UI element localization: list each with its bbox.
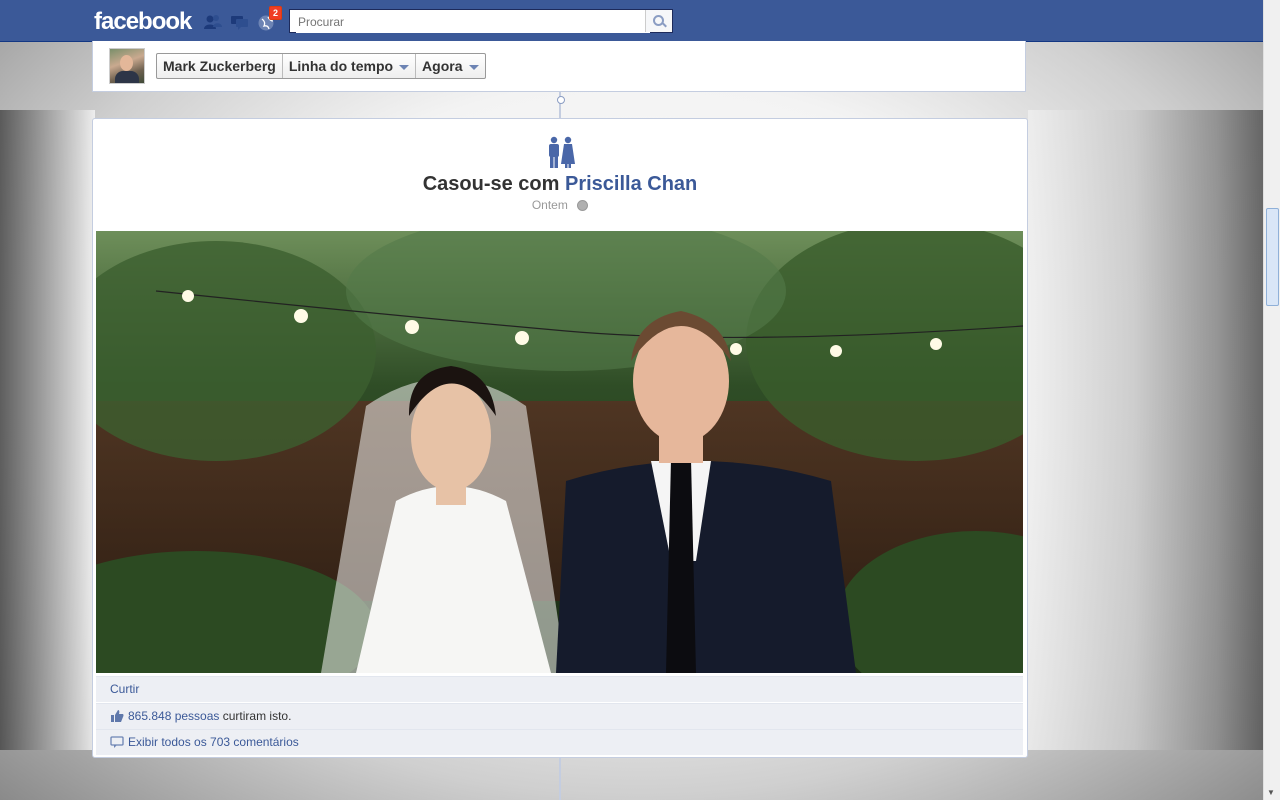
background-blur-left <box>0 110 95 750</box>
comment-icon <box>110 736 124 748</box>
story-date: Ontem <box>93 198 1027 212</box>
search-icon <box>653 15 664 26</box>
timeline-marker <box>557 96 565 104</box>
timeline-dropdown[interactable]: Linha do tempo <box>283 54 417 78</box>
likes-summary-row: 865.848 pessoas curtiram isto. <box>96 703 1023 729</box>
scroll-down-arrow-icon[interactable]: ▼ <box>1267 788 1275 797</box>
messages-icon[interactable] <box>230 13 250 31</box>
vertical-scrollbar[interactable]: ▼ <box>1263 0 1280 800</box>
search-box <box>289 9 673 33</box>
notification-badge: 2 <box>269 6 283 20</box>
chevron-down-icon <box>468 64 479 70</box>
timeline-header: Mark Zuckerberg Linha do tempo Agora <box>92 41 1026 92</box>
timeline-spine-bottom <box>559 757 561 800</box>
story-date-link[interactable]: Ontem <box>532 198 568 212</box>
story-title: Casou-se com Priscilla Chan <box>422 173 698 195</box>
comments-row: Exibir todos os 703 comentários <box>96 729 1023 755</box>
life-event-story: Casou-se com Priscilla Chan Ontem Curtir… <box>92 118 1028 758</box>
friend-requests-icon[interactable] <box>203 13 223 31</box>
search-button[interactable] <box>645 10 672 32</box>
profile-name-button[interactable]: Mark Zuckerberg <box>157 54 283 78</box>
thumbs-up-icon <box>111 709 124 722</box>
married-couple-icon <box>546 136 576 170</box>
partner-name-link[interactable]: Priscilla Chan <box>565 173 697 195</box>
avatar[interactable] <box>109 48 145 84</box>
like-button[interactable]: Curtir <box>110 682 139 696</box>
likes-suffix: curtiram isto. <box>222 709 292 723</box>
wedding-photo[interactable] <box>96 231 1023 673</box>
top-navigation-bar: facebook 2 <box>0 0 1264 42</box>
facebook-logo[interactable]: facebook <box>94 8 192 36</box>
background-blur-right <box>1028 110 1264 750</box>
chevron-down-icon <box>399 64 410 70</box>
scrollbar-thumb[interactable] <box>1266 208 1279 306</box>
likes-count-link[interactable]: 865.848 pessoas <box>128 709 219 723</box>
view-all-comments-link[interactable]: Exibir todos os 703 comentários <box>128 735 299 749</box>
like-action-row: Curtir <box>96 676 1023 702</box>
period-dropdown[interactable]: Agora <box>416 54 484 78</box>
timeline-navigation: Mark Zuckerberg Linha do tempo Agora <box>156 53 486 79</box>
globe-icon <box>577 200 589 212</box>
search-input[interactable] <box>296 11 650 33</box>
